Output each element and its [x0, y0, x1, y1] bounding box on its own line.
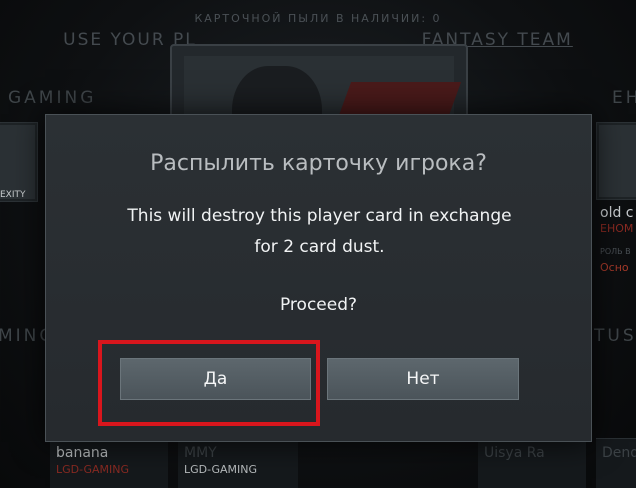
right-section-title: EHO [612, 88, 636, 108]
bottom-player-card[interactable]: banana LGD-GAMING [50, 438, 168, 488]
right-player-card[interactable] [596, 122, 636, 200]
dialog-title: Распылить карточку игрока? [150, 151, 487, 176]
left-section-title: GAMING [8, 88, 97, 108]
right-player-name: old c [600, 205, 634, 221]
bottom-player-name: banana [56, 445, 109, 461]
bottom-player-name: Dend [602, 445, 636, 461]
bottom-player-name: MMY [184, 445, 217, 461]
right-player-photo [599, 125, 636, 197]
bottom-player-team: LGD-GAMING [184, 463, 258, 476]
left-player-photo [0, 125, 35, 199]
bottom-player-team: LGD-GAMING [56, 463, 130, 476]
bottom-player-card[interactable]: Uisya Ra [478, 438, 586, 488]
bottom-player-card[interactable]: Dend [596, 438, 636, 488]
bottom-player-card[interactable]: MMY LGD-GAMING [178, 438, 298, 488]
right-player-team: EHOM [600, 222, 634, 235]
yes-button-highlight [98, 340, 320, 426]
right-player-role-label: РОЛЬ В [600, 247, 631, 256]
right-player-role: Осно [600, 261, 629, 274]
right-section-title-2: TUS [594, 326, 636, 346]
left-card-team-label: EXITY [0, 190, 26, 200]
dialog-message: This will destroy this player card in ex… [127, 206, 512, 257]
card-dust-count: КАРТОЧНОЙ ПЫЛИ В НАЛИЧИИ: 0 [194, 12, 442, 25]
bottom-player-name: Uisya Ra [484, 445, 545, 461]
dialog-proceed-prompt: Proceed? [279, 295, 358, 315]
no-button[interactable]: Нет [327, 358, 519, 400]
